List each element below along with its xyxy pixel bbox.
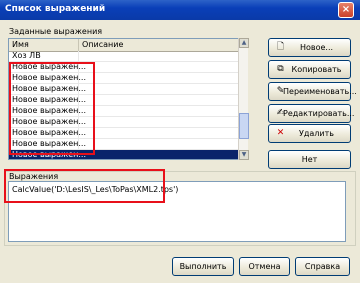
- scroll-thumb[interactable]: [239, 113, 249, 139]
- cancel-button-label: Отмена: [248, 262, 281, 271]
- delete-button-label: Удалить: [299, 129, 334, 138]
- window-title: Список выражений: [5, 4, 106, 14]
- no-button[interactable]: Нет: [268, 150, 351, 169]
- list-item-name: Хоз ЛВ: [12, 51, 41, 60]
- list-item[interactable]: Хоз ЛВ: [9, 51, 247, 62]
- scroll-up-icon[interactable]: ▲: [239, 38, 249, 48]
- rename-button[interactable]: ✎ Переименовать...: [268, 82, 357, 101]
- expression-list-dialog: Список выражений × Заданные выражения Им…: [0, 0, 360, 283]
- list-scrollbar[interactable]: ▲ ▼: [238, 38, 249, 160]
- copy-button[interactable]: ⧉ Копировать: [268, 60, 351, 79]
- run-button-label: Выполнить: [179, 262, 227, 271]
- help-button-label: Справка: [304, 262, 341, 271]
- rename-button-label: Переименовать...: [283, 87, 357, 96]
- edit-button-label: Редактировать...: [283, 109, 355, 118]
- title-bar: Список выражений ×: [0, 0, 360, 20]
- list-caption: Заданные выражения: [9, 27, 103, 36]
- run-button[interactable]: Выполнить: [172, 257, 234, 276]
- edit-button[interactable]: ✍ Редактировать...: [268, 104, 355, 123]
- new-button-label: Новое...: [299, 43, 334, 52]
- column-header-description[interactable]: Описание: [79, 39, 247, 51]
- no-button-label: Нет: [301, 155, 318, 164]
- scroll-down-icon[interactable]: ▼: [239, 150, 249, 160]
- help-button[interactable]: Справка: [295, 257, 350, 276]
- new-button[interactable]: 🗋 Новое...: [268, 38, 351, 57]
- column-header-name[interactable]: Имя: [9, 39, 79, 51]
- highlight-box-expression: [4, 169, 165, 203]
- highlight-box-list: [9, 62, 95, 155]
- delete-button[interactable]: ✕ Удалить: [268, 124, 351, 143]
- copy-button-label: Копировать: [291, 65, 342, 74]
- cancel-button[interactable]: Отмена: [239, 257, 290, 276]
- close-button[interactable]: ×: [338, 2, 354, 18]
